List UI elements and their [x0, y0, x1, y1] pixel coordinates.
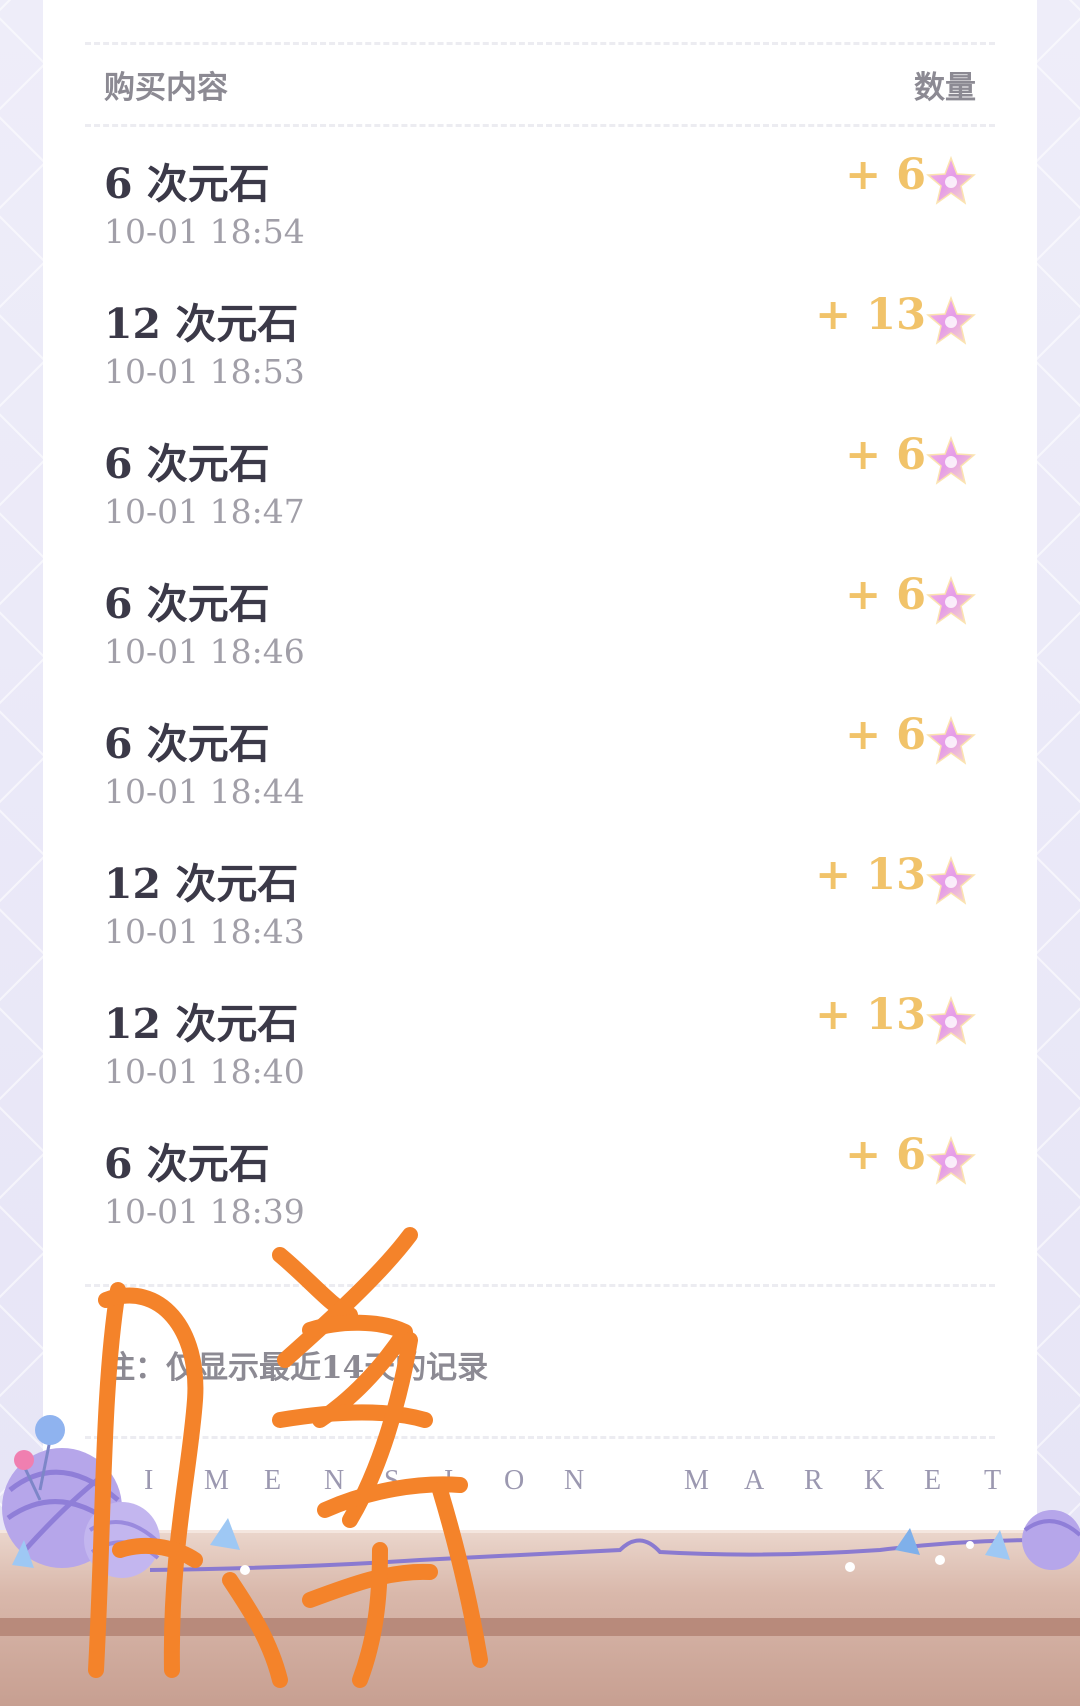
record-title: 6 次元石: [104, 720, 270, 768]
record-time: 10-01 18:46: [104, 632, 305, 671]
star-gem-icon: [926, 296, 976, 346]
star-gem-icon: [926, 716, 976, 766]
record-amount: + 13: [815, 990, 926, 1040]
record-title: 6 次元石: [104, 440, 270, 488]
list-item: 12 次元石 10-01 18:53 + 13: [104, 290, 976, 430]
record-time: 10-01 18:47: [104, 492, 305, 531]
record-title: 12 次元石: [104, 860, 299, 908]
list-item: 12 次元石 10-01 18:43 + 13: [104, 850, 976, 990]
record-time: 10-01 18:43: [104, 912, 305, 951]
record-title: 6 次元石: [104, 1140, 270, 1188]
star-gem-icon: [926, 436, 976, 486]
list-item: 6 次元石 10-01 18:44 + 6: [104, 710, 976, 850]
record-amount: + 13: [815, 850, 926, 900]
list-item: 12 次元石 10-01 18:40 + 13: [104, 990, 976, 1130]
star-gem-icon: [926, 996, 976, 1046]
record-time: 10-01 18:54: [104, 212, 305, 251]
star-gem-icon: [926, 1136, 976, 1186]
divider-top: [85, 42, 995, 45]
star-gem-icon: [926, 576, 976, 626]
list-item: 6 次元石 10-01 18:47 + 6: [104, 430, 976, 570]
record-time: 10-01 18:40: [104, 1052, 305, 1091]
record-amount: + 6: [845, 570, 926, 620]
record-amount: + 6: [845, 430, 926, 480]
record-amount: + 6: [845, 710, 926, 760]
star-gem-icon: [926, 156, 976, 206]
list-item: 6 次元石 10-01 18:46 + 6: [104, 570, 976, 710]
list-item: 6 次元石 10-01 18:54 + 6: [104, 150, 976, 290]
purchase-record-list: 6 次元石 10-01 18:54 + 6 12 次元石 10-01 18:53…: [104, 150, 976, 1270]
record-time: 10-01 18:53: [104, 352, 305, 391]
handwritten-scribble: [88, 1227, 488, 1688]
record-title: 6 次元石: [104, 580, 270, 628]
column-content-label: 购买内容: [104, 70, 228, 106]
record-amount: + 6: [845, 1130, 926, 1180]
record-time: 10-01 18:44: [104, 772, 305, 811]
record-amount: + 6: [845, 150, 926, 200]
divider-header: [85, 124, 995, 127]
record-amount: + 13: [815, 290, 926, 340]
record-title: 12 次元石: [104, 300, 299, 348]
list-header: 购买内容 数量: [104, 62, 976, 118]
record-title: 12 次元石: [104, 1000, 299, 1048]
record-title: 6 次元石: [104, 160, 270, 208]
star-gem-icon: [926, 856, 976, 906]
column-quantity-label: 数量: [914, 70, 976, 106]
